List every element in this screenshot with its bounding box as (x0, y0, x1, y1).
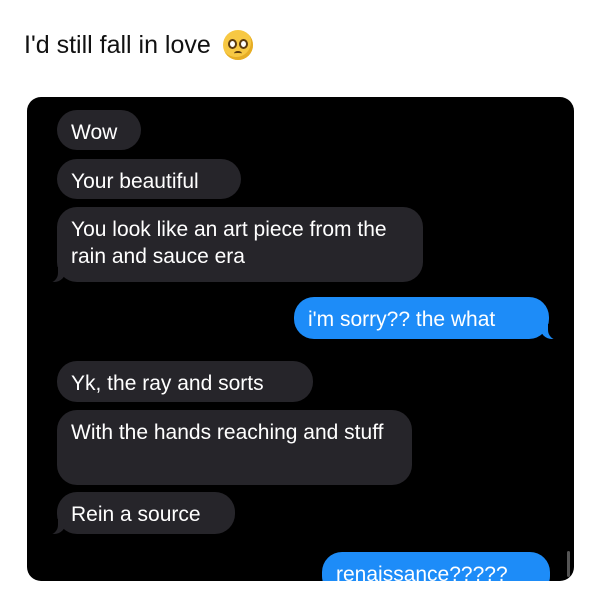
caption-text: I'd still fall in love (24, 30, 211, 59)
pleading-face-emoji-icon (222, 30, 253, 60)
message-bubble-incoming: Wow (57, 110, 141, 150)
message-text: i'm sorry?? the what (308, 308, 496, 331)
message-text: renaissance????? (336, 563, 508, 581)
message-text: Wow (71, 121, 118, 144)
message-text: Rein a source (71, 503, 201, 526)
message-bubble-incoming: You look like an art piece from the rain… (46, 207, 423, 283)
message-text: Your beautiful (71, 170, 199, 193)
message-text: You look like an art piece from the rain… (71, 218, 387, 268)
message-bubble-outgoing: renaissance????? (322, 552, 550, 581)
message-bubble-incoming: With the hands reaching and stuff (57, 410, 412, 485)
message-bubble-incoming: Your beautiful (57, 159, 241, 199)
chat-screenshot: Wow Your beautiful You look like an art … (27, 97, 574, 581)
scroll-indicator[interactable] (567, 551, 570, 577)
message-text: Yk, the ray and sorts (71, 372, 264, 395)
message-text: With the hands reaching and stuff (71, 421, 384, 444)
message-bubble-incoming: Yk, the ray and sorts (57, 361, 313, 402)
post-caption: I'd still fall in love (24, 30, 253, 60)
message-bubble-outgoing: i'm sorry?? the what (294, 297, 560, 340)
message-bubble-incoming: Rein a source (46, 492, 235, 535)
